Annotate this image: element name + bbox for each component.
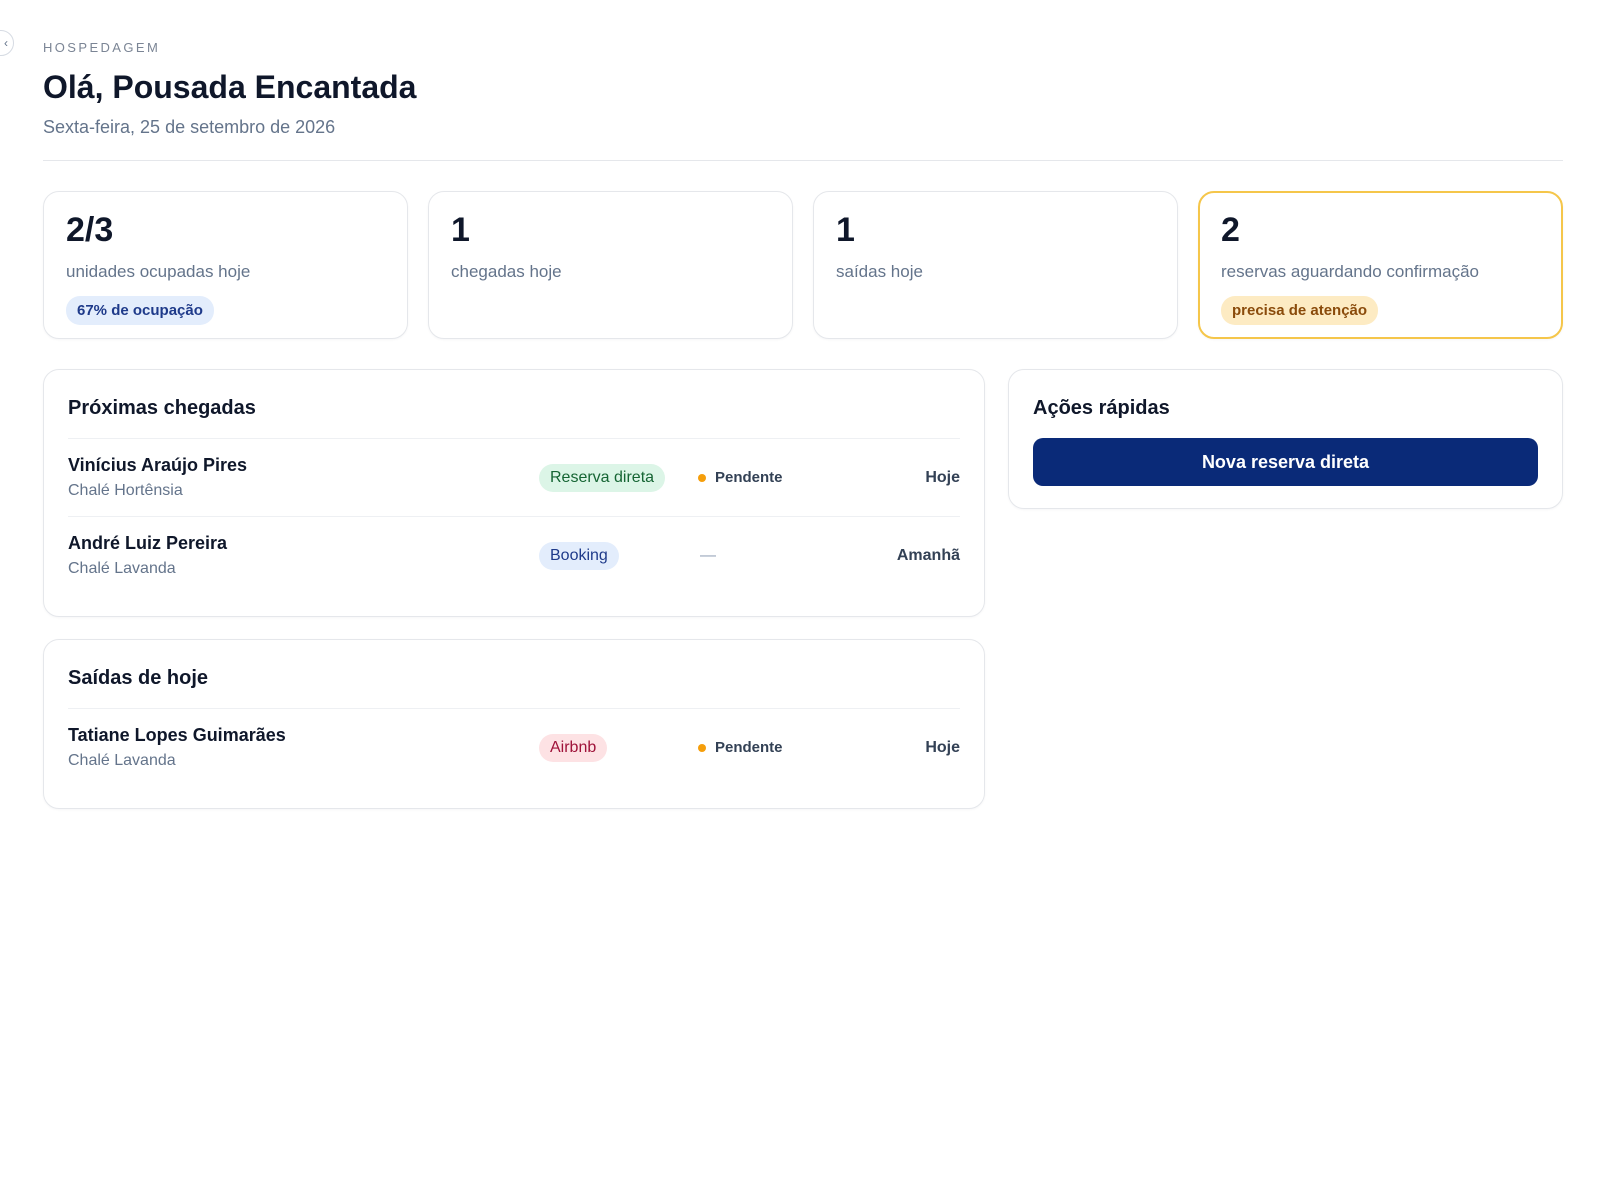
new-direct-reservation-button[interactable]: Nova reserva direta <box>1033 438 1538 486</box>
guest-info: Tatiane Lopes Guimarães Chalé Lavanda <box>68 725 539 770</box>
arrivals-panel: Próximas chegadas Vinícius Araújo Pires … <box>43 369 985 617</box>
arrivals-title: Próximas chegadas <box>68 397 256 419</box>
guest-unit: Chalé Lavanda <box>68 752 176 769</box>
channel-badge: Airbnb <box>539 733 608 762</box>
guest-unit: Chalé Hortênsia <box>68 482 183 499</box>
departures-title: Saídas de hoje <box>68 667 209 689</box>
stat-value: 2 <box>1221 211 1240 249</box>
quick-actions-title: Ações rápidas <box>1033 397 1170 419</box>
channel-badge: Booking <box>539 541 619 570</box>
arrivals-list: Vinícius Araújo Pires Chalé Hortênsia Re… <box>68 438 960 594</box>
stats-row: 2/3 unidades ocupadas hoje 67% de ocupaç… <box>43 191 1563 339</box>
stat-label: unidades ocupadas hoje <box>66 262 251 281</box>
status-label: Pendente <box>715 469 783 486</box>
guest-info: André Luiz Pereira Chalé Lavanda <box>68 533 539 578</box>
status-cell: Pendente <box>698 469 858 486</box>
stat-card-occupancy: 2/3 unidades ocupadas hoje 67% de ocupaç… <box>43 191 408 339</box>
status-cell: Pendente <box>698 739 858 756</box>
page-date: Sexta-feira, 25 de setembro de 2026 <box>43 117 336 137</box>
departure-row[interactable]: Tatiane Lopes Guimarães Chalé Lavanda Ai… <box>68 708 960 786</box>
departures-list: Tatiane Lopes Guimarães Chalé Lavanda Ai… <box>68 708 960 786</box>
channel-cell: Airbnb <box>539 733 698 762</box>
stat-card-arrivals: 1 chegadas hoje <box>428 191 793 339</box>
departure-when: Hoje <box>925 738 960 756</box>
status-cell: — <box>698 547 858 565</box>
attention-badge: precisa de atenção <box>1221 296 1379 325</box>
channel-cell: Reserva direta <box>539 463 698 492</box>
section-eyebrow: HOSPEDAGEM <box>43 40 161 55</box>
channel-badge: Reserva direta <box>539 463 666 492</box>
guest-name: Vinícius Araújo Pires <box>68 455 248 475</box>
sidebar-collapse-button[interactable]: ‹ <box>0 30 14 56</box>
stat-label: saídas hoje <box>836 262 923 281</box>
chevron-left-icon: ‹ <box>4 36 8 50</box>
arrival-when: Hoje <box>925 468 960 486</box>
arrival-when: Amanhã <box>896 546 960 564</box>
page-title: Olá, Pousada Encantada <box>43 69 417 105</box>
left-column: Próximas chegadas Vinícius Araújo Pires … <box>43 369 985 809</box>
guest-name: André Luiz Pereira <box>68 533 228 553</box>
quick-actions-panel: Ações rápidas Nova reserva direta <box>1008 369 1563 509</box>
stat-value: 2/3 <box>66 211 114 249</box>
header-divider <box>43 160 1563 161</box>
stat-card-pending-reservations[interactable]: 2 reservas aguardando confirmação precis… <box>1198 191 1563 339</box>
pending-dot-icon <box>698 743 706 752</box>
guest-unit: Chalé Lavanda <box>68 560 176 577</box>
stat-value: 1 <box>836 211 855 249</box>
departures-panel: Saídas de hoje Tatiane Lopes Guimarães C… <box>43 639 985 809</box>
status-label: Pendente <box>715 739 783 756</box>
dashboard-page: HOSPEDAGEM Olá, Pousada Encantada Sexta-… <box>43 40 1563 809</box>
channel-cell: Booking <box>539 541 698 570</box>
occupancy-badge: 67% de ocupação <box>66 296 214 325</box>
guest-info: Vinícius Araújo Pires Chalé Hortênsia <box>68 455 539 500</box>
right-column: Ações rápidas Nova reserva direta <box>1008 369 1563 809</box>
stat-card-departures: 1 saídas hoje <box>813 191 1178 339</box>
stat-label: chegadas hoje <box>451 262 562 281</box>
arrival-row[interactable]: André Luiz Pereira Chalé Lavanda Booking… <box>68 516 960 594</box>
stat-value: 1 <box>451 211 470 249</box>
pending-dot-icon <box>698 473 706 482</box>
content-grid: Próximas chegadas Vinícius Araújo Pires … <box>43 369 1563 809</box>
guest-name: Tatiane Lopes Guimarães <box>68 725 286 745</box>
arrival-row[interactable]: Vinícius Araújo Pires Chalé Hortênsia Re… <box>68 438 960 516</box>
stat-label: reservas aguardando confirmação <box>1221 262 1479 281</box>
status-empty: — <box>700 546 716 564</box>
